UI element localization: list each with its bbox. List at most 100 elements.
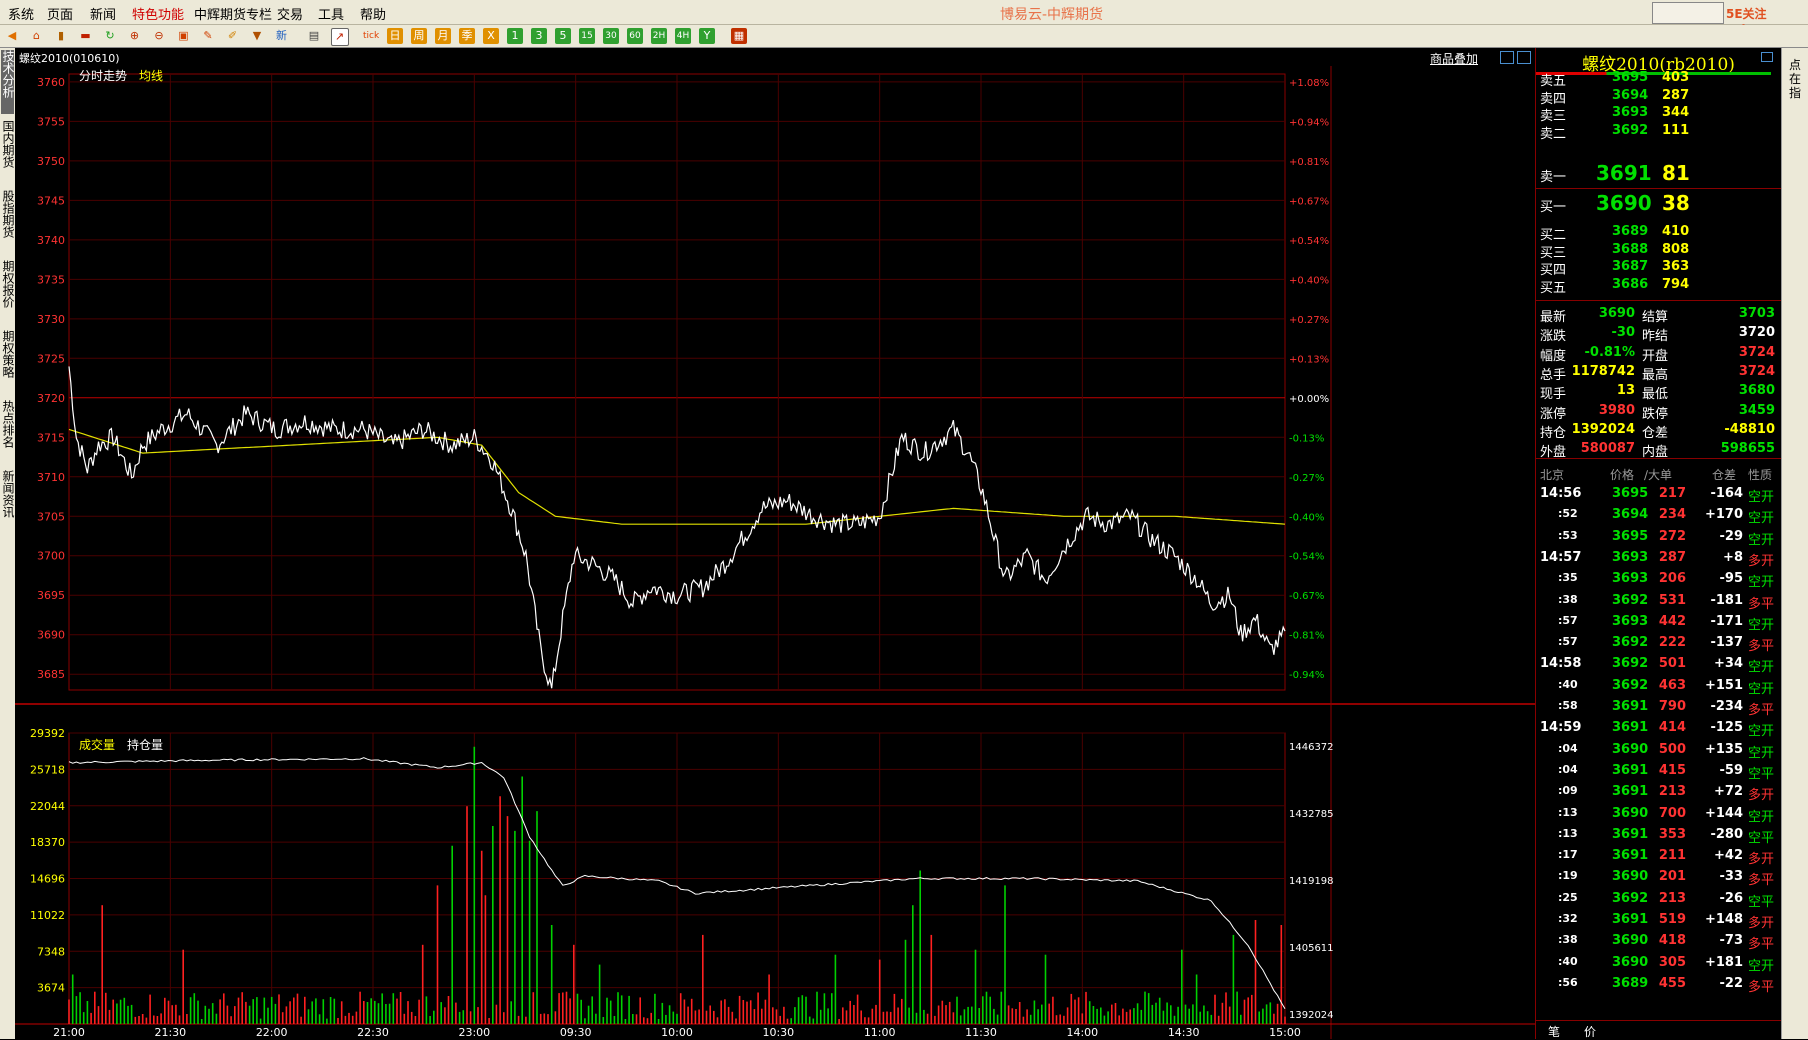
side-tab[interactable]: 热点排名: [1, 400, 15, 464]
year-icon[interactable]: X: [483, 28, 499, 44]
tick-nature: 多平: [1748, 703, 1775, 718]
tick-nature: 空开: [1748, 575, 1775, 591]
tick-price: 3692: [1612, 656, 1649, 672]
price-panel-label: 分时走势: [79, 69, 127, 83]
tick-price: 3690: [1612, 954, 1649, 970]
min1-icon[interactable]: 1: [507, 28, 523, 44]
tick-volume: 272: [1658, 528, 1686, 544]
min5-icon[interactable]: 5: [555, 28, 571, 44]
menu-item[interactable]: 页面: [47, 4, 73, 23]
month-icon[interactable]: 月: [435, 28, 451, 44]
volume-tick: 25718: [30, 763, 65, 776]
tick-volume: 415: [1658, 762, 1686, 778]
card-icon[interactable]: ▬: [78, 28, 94, 44]
zoom-in-icon[interactable]: ⊕: [127, 28, 143, 44]
min15-icon[interactable]: 15: [579, 28, 595, 44]
tick-time: :13: [1558, 805, 1578, 819]
min4h-icon[interactable]: 4H: [675, 28, 691, 44]
tick-icon[interactable]: tick: [363, 28, 379, 44]
week-icon[interactable]: 周: [411, 28, 427, 44]
time-tick: 15:00: [1269, 1026, 1301, 1039]
side-tab[interactable]: 技术分析: [1, 50, 15, 114]
tick-nature: 空开: [1748, 724, 1775, 740]
new-icon[interactable]: 新: [274, 28, 290, 44]
chart-icon[interactable]: ↗: [330, 28, 349, 46]
menu-item[interactable]: 特色功能: [132, 4, 184, 23]
side-tab[interactable]: 期权报价: [1, 260, 15, 324]
menu-item[interactable]: 工具: [318, 4, 344, 23]
tick-price: 3693: [1612, 613, 1649, 629]
menu-item[interactable]: 新闻: [90, 4, 116, 23]
stat-row: 总手 1178742 最高 3724: [1536, 362, 1781, 383]
zoom-out-icon[interactable]: ⊖: [151, 28, 167, 44]
level1-label: 买一: [1540, 200, 1567, 215]
min3-icon[interactable]: 3: [531, 28, 547, 44]
side-tab[interactable]: 股指期货: [1, 190, 15, 254]
book-icon[interactable]: ▮: [53, 28, 69, 44]
tick-time: :04: [1558, 741, 1578, 755]
side-tab[interactable]: 期权策略: [1, 330, 15, 394]
expand-icon[interactable]: [1517, 51, 1531, 64]
right-tab[interactable]: 指: [1789, 84, 1801, 101]
stat-label: 最高: [1642, 367, 1669, 383]
tick-oi-change: +151: [1704, 677, 1743, 693]
intraday-chart[interactable]: 分时走势 均线 成交量 持仓量 3760 3755 3750 3745 3740 3735…: [15, 66, 1535, 1039]
tick-time: :13: [1558, 826, 1578, 840]
panel-menu-icon[interactable]: [1761, 52, 1773, 62]
tick-volume: 531: [1658, 592, 1686, 608]
ask-volume: 344: [1662, 105, 1690, 121]
tick-price: 3692: [1612, 635, 1649, 651]
menu-item[interactable]: 交易: [277, 4, 303, 23]
menu-item[interactable]: 中辉期货专栏: [194, 4, 272, 23]
season-icon[interactable]: 季: [459, 28, 475, 44]
pen-icon[interactable]: ✎: [200, 28, 216, 44]
table-icon[interactable]: ▤: [306, 28, 322, 44]
level1-price: 3691: [1596, 161, 1652, 185]
min30-icon[interactable]: 30: [603, 28, 619, 44]
tick-time: :56: [1558, 975, 1578, 989]
min60-icon[interactable]: 60: [627, 28, 643, 44]
tick-row: :57 3693 442 -171 空开: [1536, 611, 1781, 633]
window-icon[interactable]: ▣: [176, 28, 192, 44]
tick-nature: 空开: [1748, 681, 1775, 697]
stat-label: 昨结: [1642, 329, 1669, 345]
tab-prices[interactable]: 价: [1584, 1023, 1596, 1040]
side-tab[interactable]: 新闻资讯: [1, 470, 15, 534]
stat-value: 13: [1616, 383, 1635, 399]
stat-value: 3690: [1598, 306, 1635, 321]
tick-time: :04: [1558, 762, 1578, 776]
menu-item[interactable]: 帮助: [360, 4, 386, 23]
level1-price: 3690: [1596, 191, 1652, 215]
refresh-icon[interactable]: ↻: [102, 28, 118, 44]
pct-tick: +1.08%: [1289, 78, 1329, 89]
stat-value: 3703: [1738, 306, 1775, 321]
home-icon[interactable]: ⌂: [29, 28, 45, 44]
stat-row: 涨跌 -30 昨结 3720: [1536, 323, 1781, 345]
side-tab[interactable]: 国内期货: [1, 120, 15, 184]
layout-icon[interactable]: [1500, 51, 1514, 64]
tick-price: 3690: [1612, 933, 1649, 949]
filter-icon[interactable]: ▼: [249, 28, 265, 44]
tick-oi-change: -137: [1710, 635, 1743, 651]
menu-item[interactable]: 系统: [8, 4, 34, 23]
tab-trades[interactable]: 笔: [1548, 1023, 1560, 1040]
stat-value: -0.81%: [1584, 344, 1636, 360]
custom-icon[interactable]: Y: [699, 28, 715, 44]
tick-oi-change: +148: [1704, 912, 1743, 927]
min2h-icon[interactable]: 2H: [651, 28, 667, 44]
back-icon[interactable]: ◀: [4, 28, 20, 44]
stat-value: 3459: [1738, 402, 1775, 418]
tick-nature: 多开: [1748, 852, 1775, 868]
tick-time: 14:56: [1540, 486, 1582, 501]
tick-nature: 多平: [1748, 596, 1775, 612]
tick-nature: 空开: [1748, 532, 1775, 548]
tick-nature: 空开: [1748, 745, 1775, 761]
tick-nature: 空开: [1748, 958, 1775, 974]
pct-tick: +0.54%: [1289, 236, 1329, 247]
overlay-button[interactable]: 商品叠加: [1430, 50, 1478, 67]
time-tick: 23:00: [458, 1026, 490, 1039]
draw-icon[interactable]: ✐: [225, 28, 241, 44]
day-icon[interactable]: 日: [387, 28, 403, 44]
calc-icon[interactable]: ▦: [731, 28, 747, 44]
tick-nature: 多平: [1748, 873, 1775, 889]
